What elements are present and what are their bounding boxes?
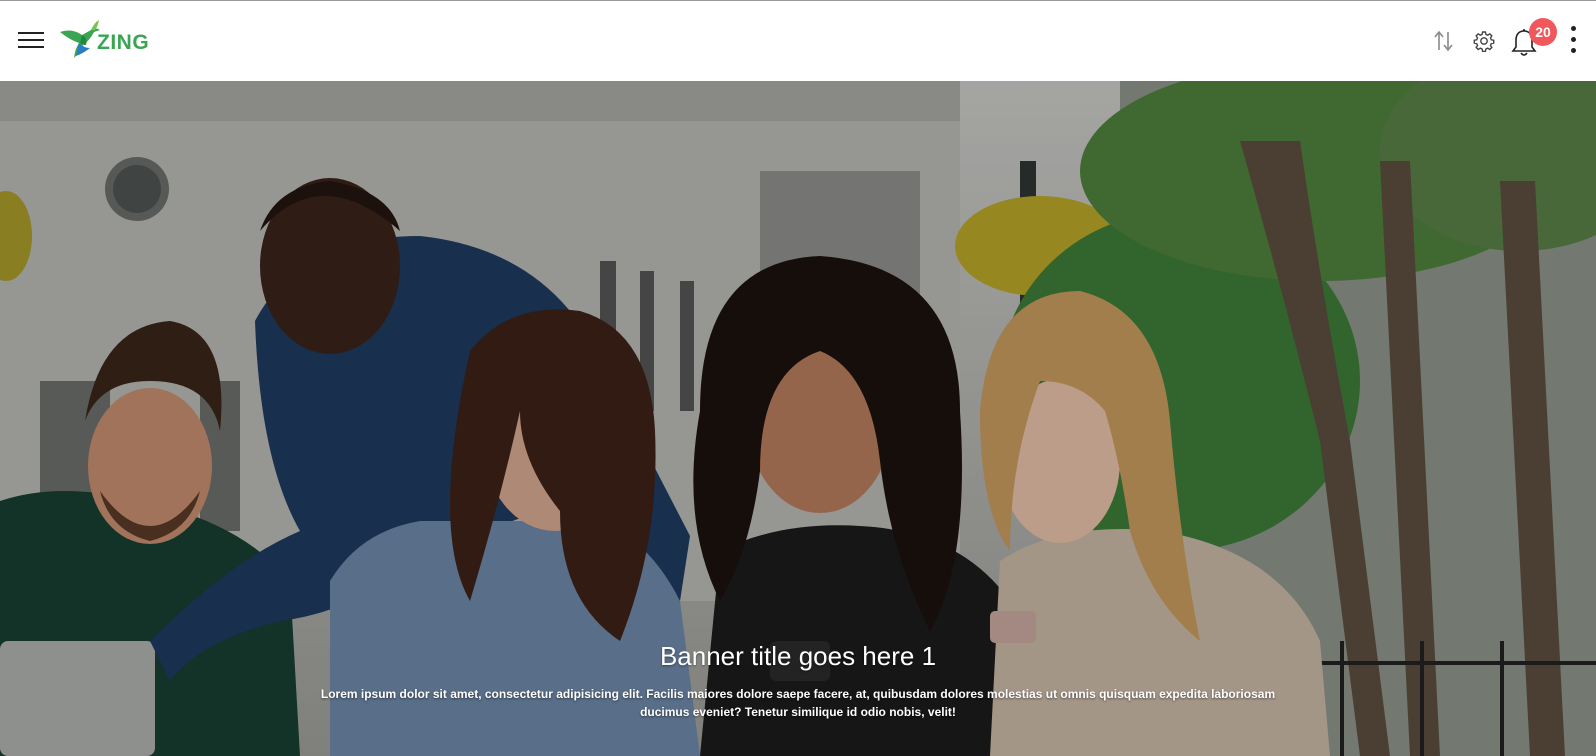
gear-icon[interactable] <box>1473 30 1495 52</box>
notification-count-badge: 20 <box>1529 18 1557 46</box>
banner-description: Lorem ipsum dolor sit amet, consectetur … <box>320 687 1276 719</box>
hero-banner: Banner title goes here 1 Lorem ipsum dol… <box>0 81 1596 756</box>
banner-title: Banner title goes here 1 <box>659 641 937 671</box>
more-vertical-icon[interactable] <box>1567 25 1579 57</box>
menu-icon[interactable] <box>18 30 44 50</box>
logo-text: ZING <box>97 31 150 54</box>
logo[interactable]: ZING <box>58 18 168 62</box>
app-header: ZING 20 <box>0 1 1596 81</box>
sort-icon[interactable] <box>1433 29 1455 53</box>
